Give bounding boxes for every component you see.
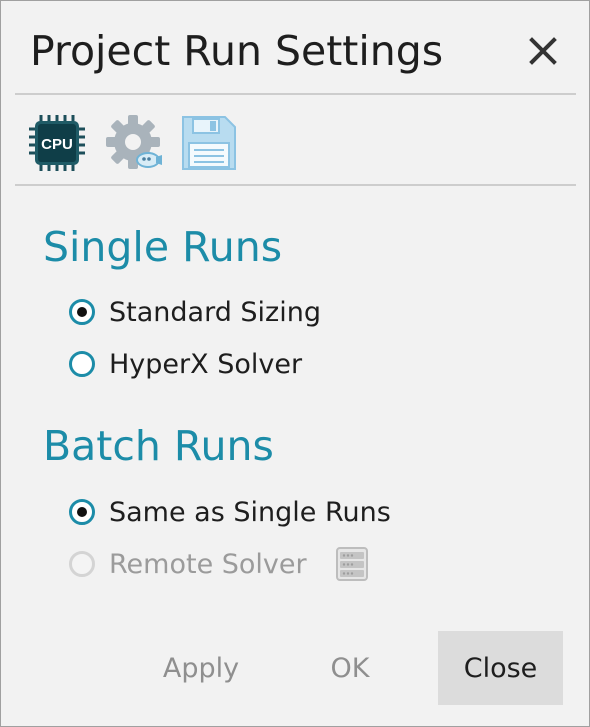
single-runs-heading: Single Runs xyxy=(43,223,283,271)
radio-label: Same as Single Runs xyxy=(109,496,391,528)
cpu-icon[interactable]: CPU xyxy=(27,113,87,173)
apply-button[interactable]: Apply xyxy=(140,631,262,705)
divider-top xyxy=(15,93,576,95)
radio-standard-sizing[interactable]: Standard Sizing xyxy=(67,294,321,330)
radio-button-selected[interactable] xyxy=(69,499,95,525)
project-run-settings-dialog: Project Run Settings CPU Single Runs Sta… xyxy=(0,0,590,727)
radio-remote-solver[interactable]: Remote Solver xyxy=(67,546,369,582)
save-icon[interactable] xyxy=(179,113,239,173)
divider-toolbar xyxy=(15,184,576,186)
close-icon[interactable] xyxy=(523,31,563,71)
radio-label: HyperX Solver xyxy=(109,348,303,380)
batch-runs-heading: Batch Runs xyxy=(43,422,274,470)
ok-button[interactable]: OK xyxy=(290,631,410,705)
radio-label: Remote Solver xyxy=(109,548,307,580)
close-button[interactable]: Close xyxy=(438,631,563,705)
radio-label: Standard Sizing xyxy=(109,296,321,328)
radio-same-as-single-runs[interactable]: Same as Single Runs xyxy=(67,494,391,530)
cpu-label: CPU xyxy=(41,136,73,153)
radio-button-disabled[interactable] xyxy=(69,551,95,577)
radio-button[interactable] xyxy=(69,351,95,377)
server-icon xyxy=(335,546,369,582)
dialog-title: Project Run Settings xyxy=(30,27,444,75)
radio-hyperx-solver[interactable]: HyperX Solver xyxy=(67,346,302,382)
gear-settings-icon[interactable] xyxy=(104,113,164,173)
radio-button-selected[interactable] xyxy=(69,299,95,325)
